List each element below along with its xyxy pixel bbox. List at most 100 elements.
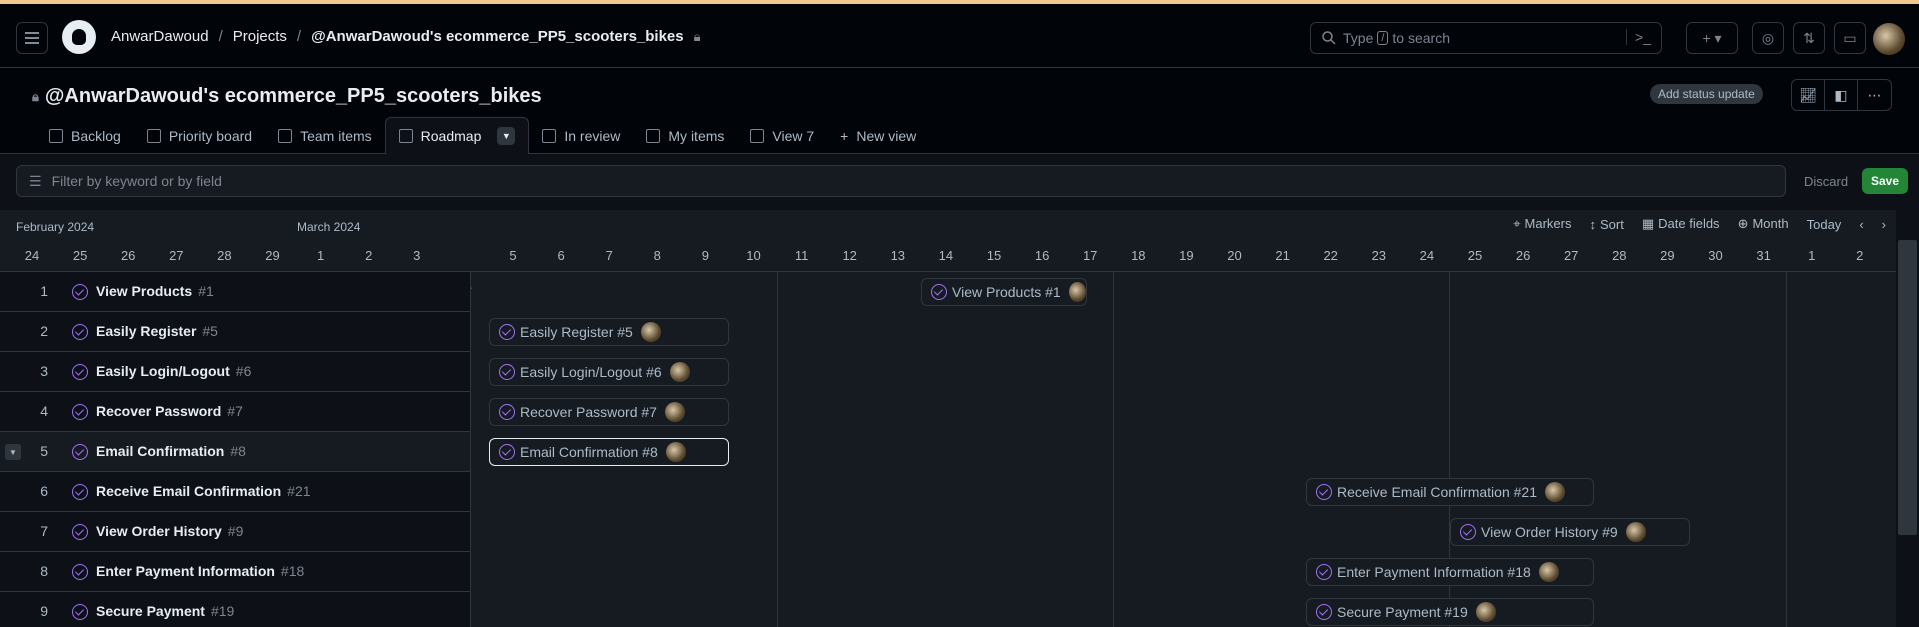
date-fields-button[interactable]: ▦ Date fields: [1642, 216, 1720, 232]
table-row[interactable]: 1 View Products #1: [0, 272, 470, 312]
tab-label: Priority board: [168, 127, 253, 144]
issue-number: #9: [227, 523, 244, 539]
day-label: 13: [890, 248, 906, 263]
day-label: 10: [746, 248, 761, 263]
insights-icon[interactable]: 📈︎: [1792, 80, 1825, 110]
roadmap-item-bar[interactable]: Email Confirmation #8: [489, 438, 729, 466]
roadmap-item-bar[interactable]: Easily Login/Logout #6: [489, 358, 729, 386]
tab-in-review[interactable]: In review: [529, 117, 633, 154]
tab-team-items[interactable]: Team items: [265, 117, 385, 154]
assignee-avatar[interactable]: [1068, 282, 1086, 302]
table-row[interactable]: 7 View Order History #9: [0, 512, 470, 552]
row-title-text: Easily Login/Logout: [96, 363, 230, 379]
assignee-avatar[interactable]: [1475, 602, 1496, 622]
issues-button[interactable]: ◎: [1752, 22, 1784, 54]
assignee-avatar[interactable]: [1625, 522, 1646, 542]
scrollbar-thumb[interactable]: [1898, 240, 1917, 535]
bar-label: Receive Email Confirmation #21: [1337, 484, 1537, 500]
row-title[interactable]: Receive Email Confirmation #21: [96, 483, 311, 499]
discard-button[interactable]: Discard: [1804, 174, 1848, 189]
table-row[interactable]: 9 Secure Payment #19: [0, 592, 470, 627]
day-label: 30: [1708, 248, 1723, 263]
sort-button[interactable]: ↕ Sort: [1590, 217, 1624, 232]
assignee-avatar[interactable]: [665, 442, 686, 462]
pull-requests-button[interactable]: ⇅: [1793, 22, 1825, 54]
create-new-button[interactable]: + ▾: [1686, 22, 1738, 54]
day-label: 19: [1179, 248, 1194, 263]
menu-button[interactable]: [16, 22, 48, 54]
next-chevron-icon[interactable]: ›: [1882, 217, 1886, 232]
tab-backlog[interactable]: Backlog: [36, 117, 134, 154]
row-title[interactable]: Enter Payment Information #18: [96, 563, 304, 579]
roadmap-view: February 2024 March 2024 ⌖ Markers ↕ Sort …: [0, 210, 1900, 627]
github-logo-icon[interactable]: [62, 20, 96, 54]
tab-my-items[interactable]: My items: [633, 117, 737, 154]
roadmap-item-bar[interactable]: Receive Email Confirmation #21: [1306, 478, 1594, 506]
row-menu-chevron-icon[interactable]: ▼: [5, 444, 21, 460]
assignee-avatar[interactable]: [664, 402, 685, 422]
command-palette-icon[interactable]: >_: [1626, 29, 1651, 45]
user-avatar[interactable]: [1873, 23, 1905, 55]
markers-button[interactable]: ⌖ Markers: [1513, 216, 1571, 232]
roadmap-item-bar[interactable]: View Order History #9: [1450, 518, 1690, 546]
roadmap-item-bar[interactable]: View Products #1: [921, 278, 1087, 306]
table-icon: [278, 128, 293, 143]
roadmap-item-bar[interactable]: Secure Payment #19: [1306, 598, 1594, 626]
previous-chevron-icon[interactable]: ‹: [1859, 217, 1863, 232]
assignee-avatar[interactable]: [640, 322, 661, 342]
row-title[interactable]: Secure Payment #19: [96, 603, 234, 619]
table-row[interactable]: 2 Easily Register #5: [0, 312, 470, 352]
day-label: 6: [557, 248, 565, 263]
row-title[interactable]: Email Confirmation #8: [96, 443, 246, 459]
row-title[interactable]: Recover Password #7: [96, 403, 243, 419]
issue-number: #1: [198, 283, 214, 299]
tab-view-7[interactable]: View 7: [737, 117, 827, 154]
new-view-button[interactable]: + New view: [827, 117, 929, 154]
table-row[interactable]: 6 Receive Email Confirmation #21: [0, 472, 470, 512]
filter-input[interactable]: ☰ Filter by keyword or by field: [16, 165, 1786, 197]
zoom-button[interactable]: ⊕ Month: [1738, 216, 1789, 232]
breadcrumb: AnwarDawoud / Projects / @AnwarDawoud's …: [111, 28, 701, 45]
row-title[interactable]: Easily Register #5: [96, 323, 218, 339]
assignee-avatar[interactable]: [1544, 482, 1565, 502]
table-row[interactable]: 4 Recover Password #7: [0, 392, 470, 432]
tab-priority-board[interactable]: Priority board: [134, 117, 265, 154]
table-row[interactable]: 8 Enter Payment Information #18: [0, 552, 470, 592]
table-icon: [542, 128, 557, 143]
table-row[interactable]: ▼ 5 Email Confirmation #8: [0, 432, 470, 472]
board-icon: [750, 128, 765, 143]
tab-roadmap[interactable]: Roadmap ▼: [384, 117, 530, 154]
add-status-update-button[interactable]: Add status update: [1650, 84, 1763, 104]
issue-closed-icon: [72, 404, 88, 420]
bar-label: View Products #1: [952, 284, 1061, 300]
row-number: 7: [40, 523, 48, 539]
roadmap-item-bar[interactable]: Enter Payment Information #18: [1306, 558, 1594, 586]
roadmap-item-bar[interactable]: Recover Password #7: [489, 398, 729, 426]
row-title[interactable]: View Products #1: [96, 283, 214, 299]
breadcrumb-owner[interactable]: AnwarDawoud: [111, 28, 209, 45]
roadmap-item-bar[interactable]: Easily Register #5: [489, 318, 729, 346]
assignee-avatar[interactable]: [669, 362, 690, 382]
search-placeholder-post: to search: [1392, 30, 1451, 46]
inbox-button[interactable]: ▭: [1834, 22, 1866, 54]
breadcrumb-project[interactable]: @AnwarDawoud's ecommerce_PP5_scooters_bi…: [311, 28, 684, 45]
search-input[interactable]: Type / to search >_: [1310, 22, 1662, 54]
issue-closed-icon: [72, 284, 88, 300]
table-row[interactable]: 3 Easily Login/Logout #6: [0, 352, 470, 392]
row-title[interactable]: Easily Login/Logout #6: [96, 363, 251, 379]
more-options-icon[interactable]: ⋯: [1858, 80, 1891, 110]
assignee-avatar[interactable]: [1538, 562, 1559, 582]
table-icon: [646, 128, 661, 143]
side-panel-icon[interactable]: ◧: [1825, 80, 1858, 110]
today-button[interactable]: Today: [1807, 217, 1842, 232]
save-button[interactable]: Save: [1862, 168, 1909, 194]
row-title[interactable]: View Order History #9: [96, 523, 243, 539]
view-options-chevron-icon[interactable]: ▼: [497, 127, 516, 145]
row-number: 1: [40, 283, 48, 299]
issue-closed-icon: [499, 324, 515, 340]
day-label: 16: [1034, 248, 1050, 263]
bar-label: Secure Payment #19: [1337, 604, 1468, 620]
breadcrumb-projects[interactable]: Projects: [233, 28, 287, 45]
tab-label: View 7: [772, 127, 815, 144]
table-divider[interactable]: [470, 272, 471, 627]
